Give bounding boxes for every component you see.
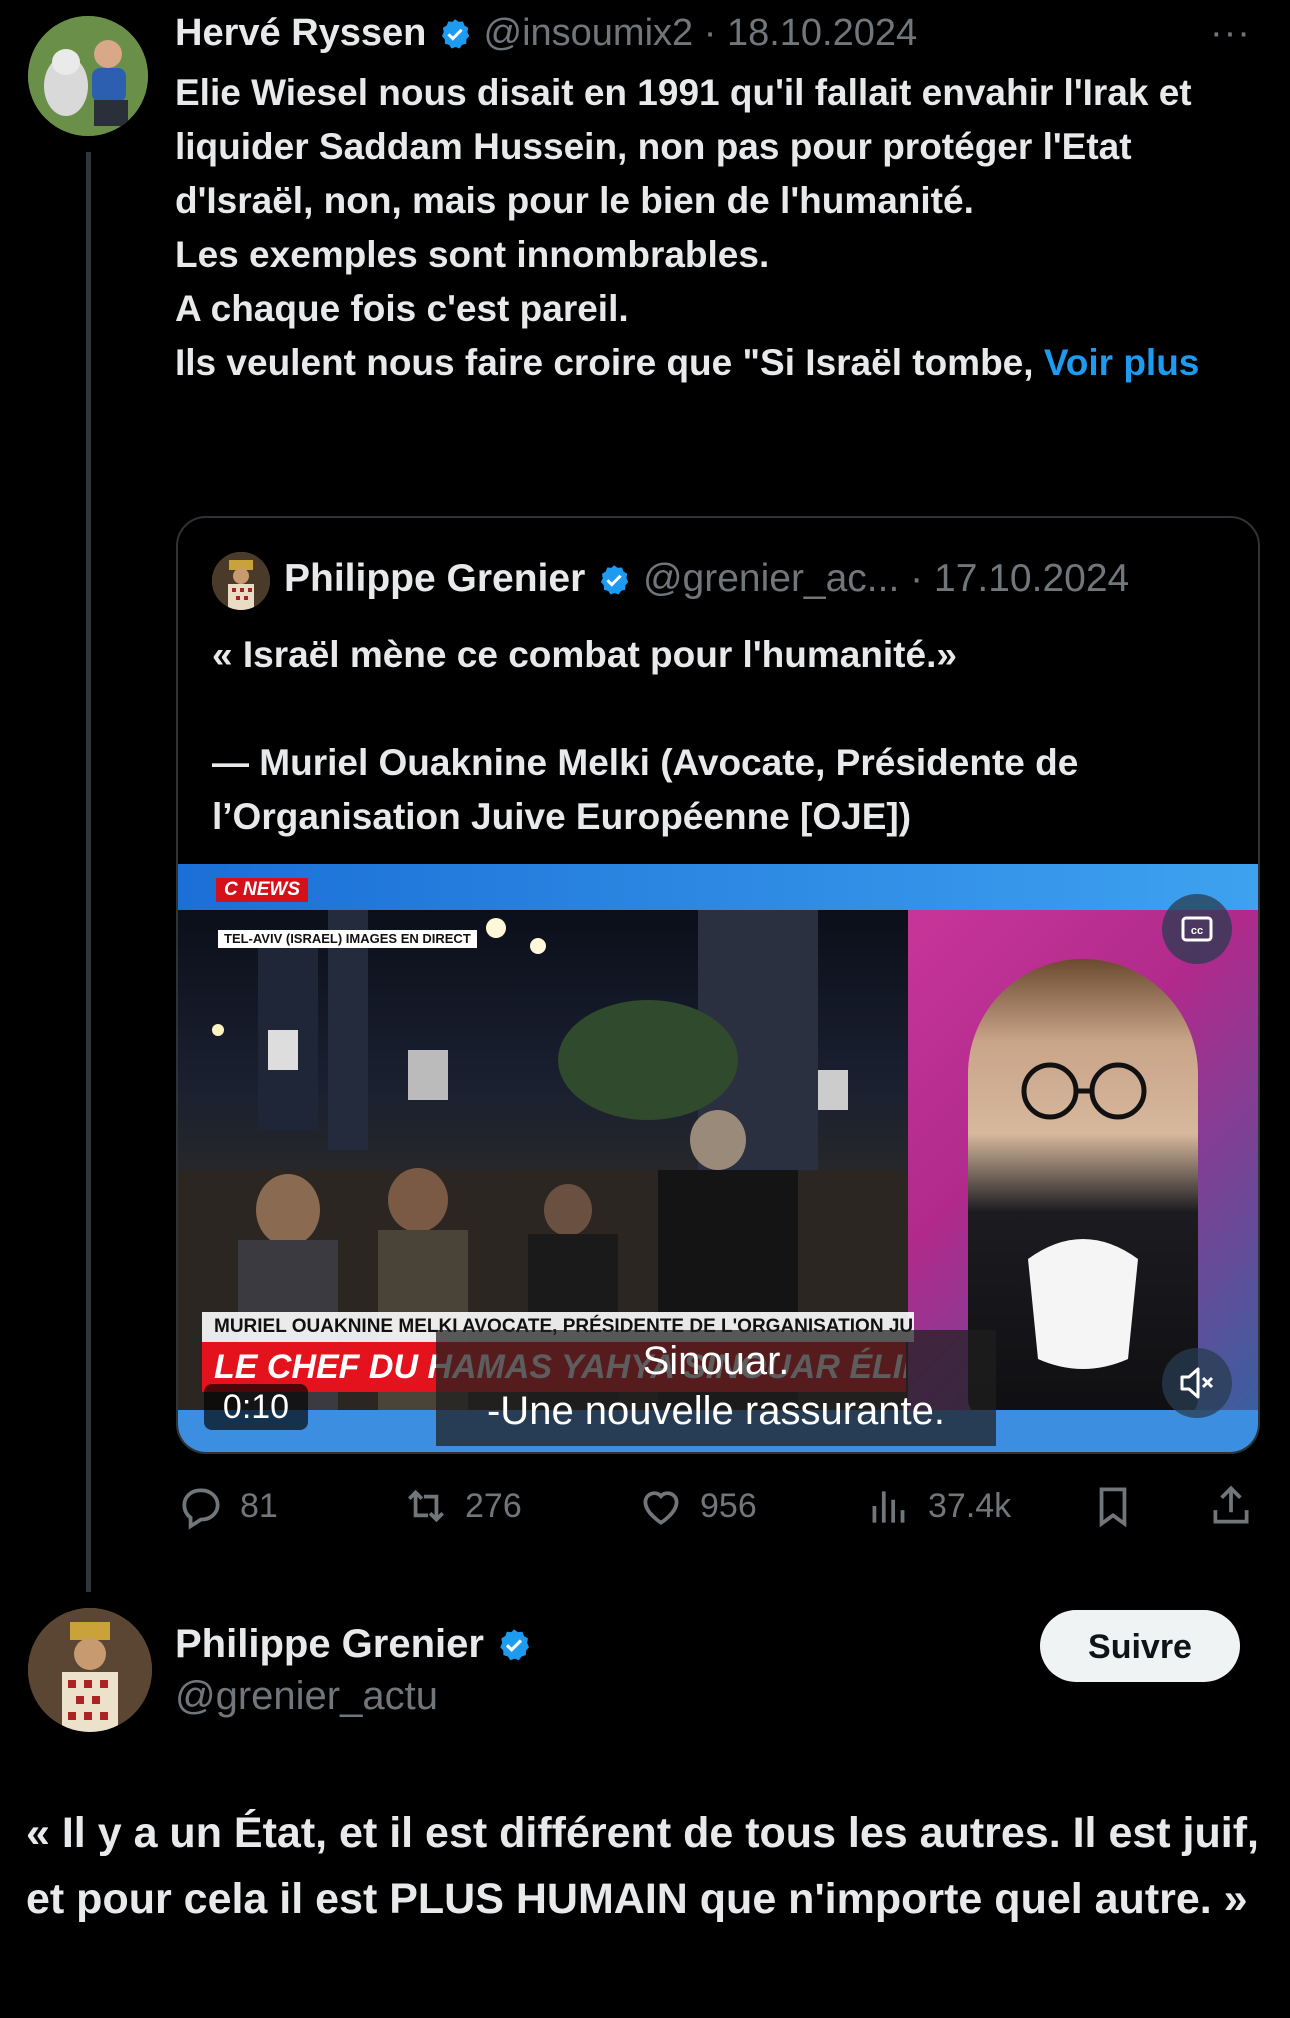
svg-text:cc: cc [1191, 925, 1203, 937]
mute-button[interactable] [1162, 1348, 1232, 1418]
like-count: 956 [700, 1486, 757, 1525]
tweet-body: Elie Wiesel nous disait en 1991 qu'il fa… [175, 72, 1192, 383]
video-location-tag: TEL-AVIV (ISRAEL) IMAGES EN DIRECT [218, 930, 477, 948]
speaker-muted-icon [1180, 1367, 1214, 1399]
reply-author-name[interactable]: Philippe Grenier [175, 1622, 484, 1666]
reply-tweet-text: « Il y a un État, et il est différent de… [26, 1809, 1259, 1923]
reply-author-avatar[interactable] [28, 1608, 152, 1732]
video-player[interactable]: C NEWS TEL-AVIV (ISRAEL) IMAGES EN DIREC… [178, 864, 1258, 1452]
quoted-tweet-card[interactable]: Philippe Grenier @grenier_ac... · 17.10.… [176, 516, 1260, 1454]
date-separator: · [910, 557, 924, 600]
share-icon [1213, 1485, 1249, 1524]
show-more-link[interactable]: Voir plus [1044, 342, 1200, 383]
more-options-icon[interactable]: ··· [1210, 8, 1251, 58]
heart-icon [643, 1491, 679, 1525]
repost-count: 276 [465, 1486, 522, 1525]
quote-author-avatar[interactable] [212, 552, 270, 610]
like-button[interactable]: 956 [636, 1478, 757, 1534]
quote-text: « Israël mène ce combat pour l'humanité.… [212, 634, 1079, 837]
tweet-date[interactable]: 18.10.2024 [727, 12, 917, 54]
date-separator: · [703, 12, 717, 54]
channel-logo: C NEWS [216, 878, 308, 902]
quote-header: Philippe Grenier @grenier_ac... · 17.10.… [284, 548, 1244, 610]
video-top-banner [178, 864, 1258, 910]
bookmark-icon [1099, 1487, 1127, 1528]
reply-author-handle[interactable]: @grenier_actu [175, 1670, 438, 1722]
caption-line: -Une nouvelle rassurante. [486, 1389, 946, 1433]
reply-count: 81 [240, 1486, 278, 1525]
reply-button[interactable]: 81 [176, 1478, 278, 1534]
tweet-actions: 81 276 956 37.4k [176, 1478, 1276, 1534]
closed-captions-icon: cc [1181, 916, 1213, 942]
reply-author-name-row: Philippe Grenier [175, 1618, 533, 1670]
repost-icon [408, 1489, 444, 1523]
follow-button[interactable]: Suivre [1040, 1610, 1240, 1682]
views-button[interactable]: 37.4k [864, 1478, 1011, 1534]
avatar-photo [28, 1608, 152, 1732]
views-count: 37.4k [928, 1486, 1012, 1525]
views-icon [872, 1491, 905, 1523]
share-button[interactable] [1206, 1478, 1270, 1534]
video-elapsed-time: 0:10 [204, 1384, 308, 1430]
avatar-photo [28, 16, 148, 136]
thread-line [86, 152, 91, 1592]
quote-author-handle[interactable]: @grenier_ac... [643, 557, 899, 600]
author-name[interactable]: Hervé Ryssen [175, 12, 426, 54]
verified-badge-icon [601, 564, 629, 595]
verified-badge-icon [500, 1629, 530, 1661]
quote-date[interactable]: 17.10.2024 [934, 557, 1129, 600]
reply-icon [182, 1488, 220, 1530]
tweet-header: Hervé Ryssen @insoumix2 · 18.10.2024 [175, 8, 1275, 58]
bookmark-button[interactable] [1088, 1478, 1152, 1534]
closed-captions-button[interactable]: cc [1162, 894, 1232, 964]
quote-author-name[interactable]: Philippe Grenier [284, 557, 585, 600]
author-handle[interactable]: @insoumix2 [484, 12, 694, 54]
verified-badge-icon [441, 19, 470, 49]
video-captions: Sinouar. -Une nouvelle rassurante. [436, 1330, 996, 1446]
caption-line: Sinouar. [642, 1339, 790, 1383]
repost-button[interactable]: 276 [401, 1478, 522, 1534]
avatar-photo [212, 552, 270, 610]
tweet-text: Elie Wiesel nous disait en 1991 qu'il fa… [175, 66, 1235, 390]
author-avatar[interactable] [28, 16, 148, 136]
